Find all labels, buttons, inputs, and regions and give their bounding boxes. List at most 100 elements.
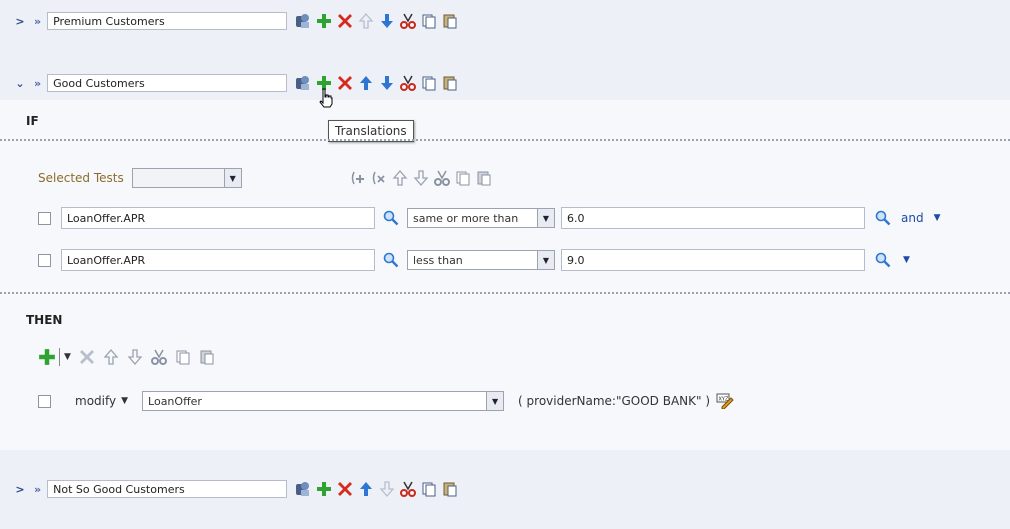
move-down-icon[interactable]	[379, 75, 395, 91]
rule-name-text: Good Customers	[53, 76, 145, 90]
action-target-select[interactable]: LoanOffer ▼	[142, 391, 505, 411]
move-up-icon[interactable]	[358, 481, 374, 497]
actions-buttons	[79, 349, 215, 365]
attribute-field[interactable]: LoanOffer.APR	[61, 207, 375, 229]
delete-icon[interactable]	[337, 13, 353, 29]
add-action-dropdown-icon[interactable]: ▼	[64, 352, 71, 362]
move-up-icon[interactable]	[103, 349, 119, 365]
collapse-icon[interactable]: ⌄	[14, 77, 26, 90]
action-type-dropdown-icon[interactable]: ▼	[121, 396, 128, 406]
delete-icon[interactable]	[337, 75, 353, 91]
action-type-label[interactable]: modify	[75, 394, 116, 408]
test-row: LoanOffer.APR less than ▼ 9.0 ▼	[38, 249, 910, 271]
selected-tests-row: Selected Tests ▼	[38, 168, 492, 188]
if-divider	[0, 139, 1010, 141]
move-up-icon[interactable]	[358, 75, 374, 91]
toolbar-separator	[59, 348, 60, 366]
test-checkbox[interactable]	[38, 211, 51, 225]
rule-row-not-so-good: > » Not So Good Customers	[14, 480, 458, 498]
expand-icon[interactable]: >	[14, 15, 26, 28]
value-text: 9.0	[567, 253, 585, 267]
copy-icon[interactable]	[421, 13, 437, 29]
move-up-icon[interactable]	[392, 170, 408, 186]
rule-name-input[interactable]: Premium Customers	[47, 12, 288, 30]
operator-select[interactable]: same or more than ▼	[407, 208, 555, 228]
connector-link[interactable]: and	[901, 211, 924, 225]
copy-icon[interactable]	[421, 481, 437, 497]
attribute-text: LoanOffer.APR	[67, 253, 146, 267]
cut-icon[interactable]	[400, 13, 417, 29]
rule-toolbar	[295, 13, 458, 29]
cut-icon[interactable]	[150, 349, 167, 365]
action-expression: ( providerName:"GOOD BANK" )	[518, 394, 711, 408]
search-icon[interactable]	[875, 210, 891, 226]
insert-test-icon[interactable]	[350, 170, 366, 186]
paste-icon[interactable]	[199, 349, 215, 365]
rule-name-text: Not So Good Customers	[53, 482, 185, 496]
copy-icon[interactable]	[455, 170, 471, 186]
chevron-down-icon: ▼	[537, 209, 554, 227]
rule-name-text: Premium Customers	[53, 14, 165, 28]
move-up-icon[interactable]	[358, 13, 374, 29]
add-icon[interactable]	[316, 13, 332, 29]
move-down-icon[interactable]	[379, 13, 395, 29]
operator-text: less than	[413, 253, 463, 267]
rule-name-input[interactable]: Good Customers	[47, 74, 288, 92]
hand-cursor-icon	[318, 88, 334, 108]
collapse-chevron-icon[interactable]: »	[34, 483, 41, 496]
delete-icon[interactable]	[337, 481, 353, 497]
paste-icon[interactable]	[442, 481, 458, 497]
connector-dropdown-icon[interactable]: ▼	[934, 213, 941, 223]
collapse-chevron-icon[interactable]: »	[34, 15, 41, 28]
rule-row-premium: > » Premium Customers	[14, 12, 458, 30]
rule-header-premium	[0, 0, 1010, 62]
action-checkbox[interactable]	[38, 394, 51, 408]
connector-dropdown-icon[interactable]: ▼	[903, 255, 910, 265]
paste-icon[interactable]	[476, 170, 492, 186]
translations-icon[interactable]	[295, 13, 311, 29]
add-action-icon[interactable]	[38, 348, 56, 366]
tests-toolbar	[350, 170, 492, 186]
expand-icon[interactable]: >	[14, 483, 26, 496]
move-down-icon[interactable]	[379, 481, 395, 497]
move-down-icon[interactable]	[127, 349, 143, 365]
rule-name-input[interactable]: Not So Good Customers	[47, 480, 288, 498]
attribute-text: LoanOffer.APR	[67, 211, 146, 225]
paste-icon[interactable]	[442, 13, 458, 29]
copy-icon[interactable]	[175, 349, 191, 365]
value-text: 6.0	[567, 211, 585, 225]
cut-icon[interactable]	[433, 170, 450, 186]
then-divider	[0, 292, 1010, 294]
paste-icon[interactable]	[442, 75, 458, 91]
operator-select[interactable]: less than ▼	[407, 250, 555, 270]
test-checkbox[interactable]	[38, 253, 51, 267]
cut-icon[interactable]	[400, 481, 417, 497]
cut-icon[interactable]	[400, 75, 417, 91]
chevron-down-icon: ▼	[537, 251, 554, 269]
translations-icon[interactable]	[295, 481, 311, 497]
search-icon[interactable]	[383, 252, 399, 268]
chevron-down-icon: ▼	[223, 169, 241, 187]
if-keyword: IF	[26, 114, 39, 128]
copy-icon[interactable]	[421, 75, 437, 91]
value-field[interactable]: 9.0	[561, 249, 865, 271]
selected-tests-label: Selected Tests	[38, 171, 124, 185]
then-keyword: THEN	[26, 313, 63, 327]
search-icon[interactable]	[383, 210, 399, 226]
rule-toolbar	[295, 481, 458, 497]
rule-row-good: ⌄ » Good Customers	[14, 74, 458, 92]
test-row: LoanOffer.APR same or more than ▼ 6.0 an…	[38, 207, 941, 229]
remove-test-icon[interactable]	[371, 170, 387, 186]
actions-toolbar: ▼	[38, 348, 215, 366]
collapse-chevron-icon[interactable]: »	[34, 77, 41, 90]
delete-icon[interactable]	[79, 349, 95, 365]
translations-icon[interactable]	[295, 75, 311, 91]
search-icon[interactable]	[875, 252, 891, 268]
move-down-icon[interactable]	[413, 170, 429, 186]
value-field[interactable]: 6.0	[561, 207, 865, 229]
selected-tests-select[interactable]: ▼	[131, 168, 242, 188]
add-icon[interactable]	[316, 481, 332, 497]
attribute-field[interactable]: LoanOffer.APR	[61, 249, 375, 271]
edit-properties-icon[interactable]: XYZ	[716, 393, 734, 409]
action-row: modify ▼ LoanOffer ▼ ( providerName:"GOO…	[38, 391, 734, 411]
